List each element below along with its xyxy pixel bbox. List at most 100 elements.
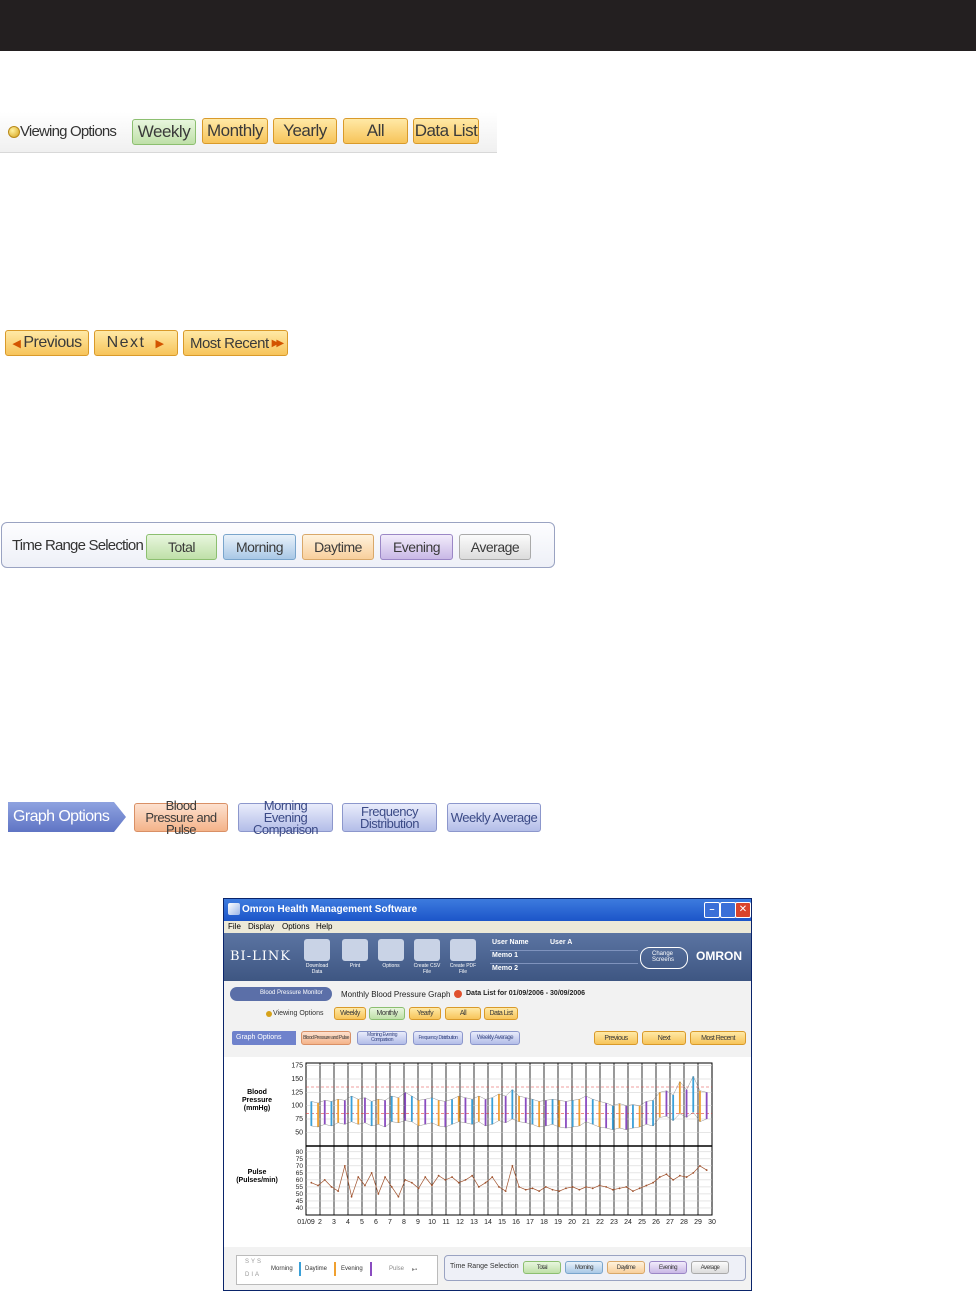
sys-connector bbox=[425, 1097, 432, 1100]
menu-file[interactable]: File bbox=[228, 922, 241, 931]
viewing-options-label: Viewing Options bbox=[20, 123, 117, 140]
mini-weekly[interactable]: Weekly bbox=[334, 1007, 366, 1020]
toolbar-download-button[interactable]: Download Data bbox=[300, 937, 334, 979]
sys-connector bbox=[338, 1099, 345, 1101]
print-icon bbox=[342, 939, 368, 961]
evening-button[interactable]: Evening bbox=[380, 534, 453, 560]
dia-connector bbox=[532, 1124, 540, 1128]
x-tick-label: 15 bbox=[498, 1219, 506, 1226]
mini-morning[interactable]: Morning bbox=[565, 1261, 603, 1274]
sys-connector bbox=[478, 1095, 486, 1100]
sys-connector bbox=[639, 1101, 647, 1106]
pulse-point bbox=[504, 1190, 507, 1193]
bi-link-logo: BI-LINK bbox=[230, 949, 291, 964]
data-list-button[interactable]: Data List bbox=[413, 118, 479, 144]
mini-time-range-bar: Time Range Selection Total Morning Dayti… bbox=[444, 1255, 746, 1281]
pulse-point bbox=[431, 1184, 433, 1187]
blood-pressure-pulse-button[interactable]: Blood Pressure and Pulse bbox=[134, 799, 228, 836]
mini-frequency[interactable]: Frequency Distribution bbox=[413, 1031, 463, 1045]
pulse-point bbox=[444, 1178, 447, 1181]
average-button[interactable]: Average bbox=[459, 534, 531, 560]
yearly-button[interactable]: Yearly bbox=[273, 118, 337, 144]
most-recent-label: Most Recent bbox=[189, 334, 269, 352]
pulse-point bbox=[524, 1188, 527, 1191]
mini-daytime[interactable]: Daytime bbox=[607, 1261, 645, 1274]
total-button[interactable]: Total bbox=[146, 534, 217, 560]
pulse-point bbox=[404, 1178, 407, 1181]
mini-most-recent[interactable]: Most Recent bbox=[690, 1031, 746, 1045]
mini-weekly-average[interactable]: Weekly Average bbox=[470, 1031, 520, 1045]
close-button[interactable]: ✕ bbox=[735, 902, 751, 918]
mini-average[interactable]: Average bbox=[691, 1261, 729, 1274]
dia-connector bbox=[652, 1117, 660, 1127]
sys-connector bbox=[592, 1099, 600, 1102]
x-tick-label: 23 bbox=[610, 1219, 618, 1226]
legend-evening: Evening bbox=[341, 1266, 363, 1272]
mini-next[interactable]: Next bbox=[642, 1031, 686, 1045]
sys-connector bbox=[311, 1101, 319, 1104]
dia-connector bbox=[599, 1126, 607, 1129]
toolbar-options-button[interactable]: Options bbox=[374, 937, 408, 979]
daytime-button[interactable]: Daytime bbox=[302, 534, 374, 560]
legend-sys: SYS bbox=[245, 1259, 264, 1265]
x-tick-label: 16 bbox=[512, 1219, 520, 1226]
mini-morning-evening[interactable]: Morning Evening Comparison bbox=[357, 1031, 407, 1045]
morning-evening-comparison-button[interactable]: Morning Evening Comparison bbox=[238, 799, 333, 836]
morning-button[interactable]: Morning bbox=[223, 534, 296, 560]
options-icon bbox=[378, 939, 404, 961]
memo2-row: Memo 2 bbox=[490, 964, 638, 976]
dia-connector bbox=[545, 1124, 553, 1127]
dia-connector bbox=[338, 1122, 345, 1125]
dia-connector bbox=[391, 1121, 399, 1123]
menu-options[interactable]: Options bbox=[282, 922, 310, 931]
toolbar-print-button[interactable]: Print bbox=[338, 937, 372, 979]
left-arrow-icon: ◀ bbox=[12, 337, 21, 350]
x-tick-label: 4 bbox=[346, 1219, 350, 1226]
sys-connector bbox=[378, 1099, 386, 1101]
frequency-distribution-button[interactable]: Frequency Distribution bbox=[342, 803, 437, 832]
weekly-button[interactable]: Weekly bbox=[132, 119, 196, 145]
mini-datalist[interactable]: Data List bbox=[484, 1007, 518, 1020]
menu-help[interactable]: Help bbox=[316, 922, 332, 931]
dia-connector bbox=[351, 1121, 359, 1125]
time-range-bar: Time Range Selection Total Morning Dayti… bbox=[1, 522, 555, 568]
pulse-point bbox=[343, 1164, 346, 1167]
sys-connector bbox=[391, 1095, 399, 1098]
dia-connector bbox=[519, 1121, 526, 1123]
mini-monthly[interactable]: Monthly bbox=[369, 1007, 405, 1020]
next-button[interactable]: Next ▶ bbox=[94, 330, 178, 356]
pulse-point bbox=[699, 1164, 701, 1167]
most-recent-button[interactable]: Most Recent ▶▶ bbox=[183, 330, 288, 356]
mini-previous[interactable]: Previous bbox=[594, 1031, 638, 1045]
pulse-point bbox=[424, 1176, 427, 1178]
toolbar-pdf-button[interactable]: Create PDF File bbox=[446, 937, 480, 979]
x-tick-label: 22 bbox=[596, 1219, 604, 1226]
all-button[interactable]: All bbox=[343, 118, 408, 144]
double-arrow-icon: ▶▶ bbox=[271, 337, 285, 349]
pulse-point bbox=[538, 1190, 541, 1193]
pdf-icon bbox=[450, 939, 476, 961]
pulse-point bbox=[484, 1181, 487, 1184]
weekly-average-button[interactable]: Weekly Average bbox=[447, 803, 541, 832]
toolbar-csv-button[interactable]: Create CSV File bbox=[410, 937, 444, 979]
pulse-point bbox=[571, 1186, 574, 1188]
minimize-button[interactable]: – bbox=[704, 902, 720, 918]
mini-yearly[interactable]: Yearly bbox=[409, 1007, 441, 1020]
mini-evening[interactable]: Evening bbox=[649, 1261, 687, 1274]
pulse-point bbox=[323, 1178, 326, 1181]
maximize-button[interactable] bbox=[720, 902, 736, 918]
x-tick-label: 9 bbox=[416, 1219, 420, 1226]
previous-button[interactable]: ◀ Previous bbox=[5, 330, 89, 356]
dia-connector bbox=[646, 1124, 654, 1127]
change-screens-button[interactable]: Change Screens bbox=[640, 947, 688, 969]
mini-bp-pulse[interactable]: Blood Pressure and Pulse bbox=[301, 1031, 351, 1045]
monthly-button[interactable]: Monthly bbox=[202, 118, 268, 144]
x-tick-label: 7 bbox=[388, 1219, 392, 1226]
sys-connector bbox=[405, 1092, 412, 1097]
mini-all[interactable]: All bbox=[445, 1007, 481, 1020]
pulse-point bbox=[611, 1188, 614, 1191]
mini-total[interactable]: Total bbox=[523, 1261, 561, 1274]
menu-display[interactable]: Display bbox=[248, 922, 274, 931]
dia-connector bbox=[451, 1121, 459, 1125]
dia-connector bbox=[331, 1122, 339, 1127]
